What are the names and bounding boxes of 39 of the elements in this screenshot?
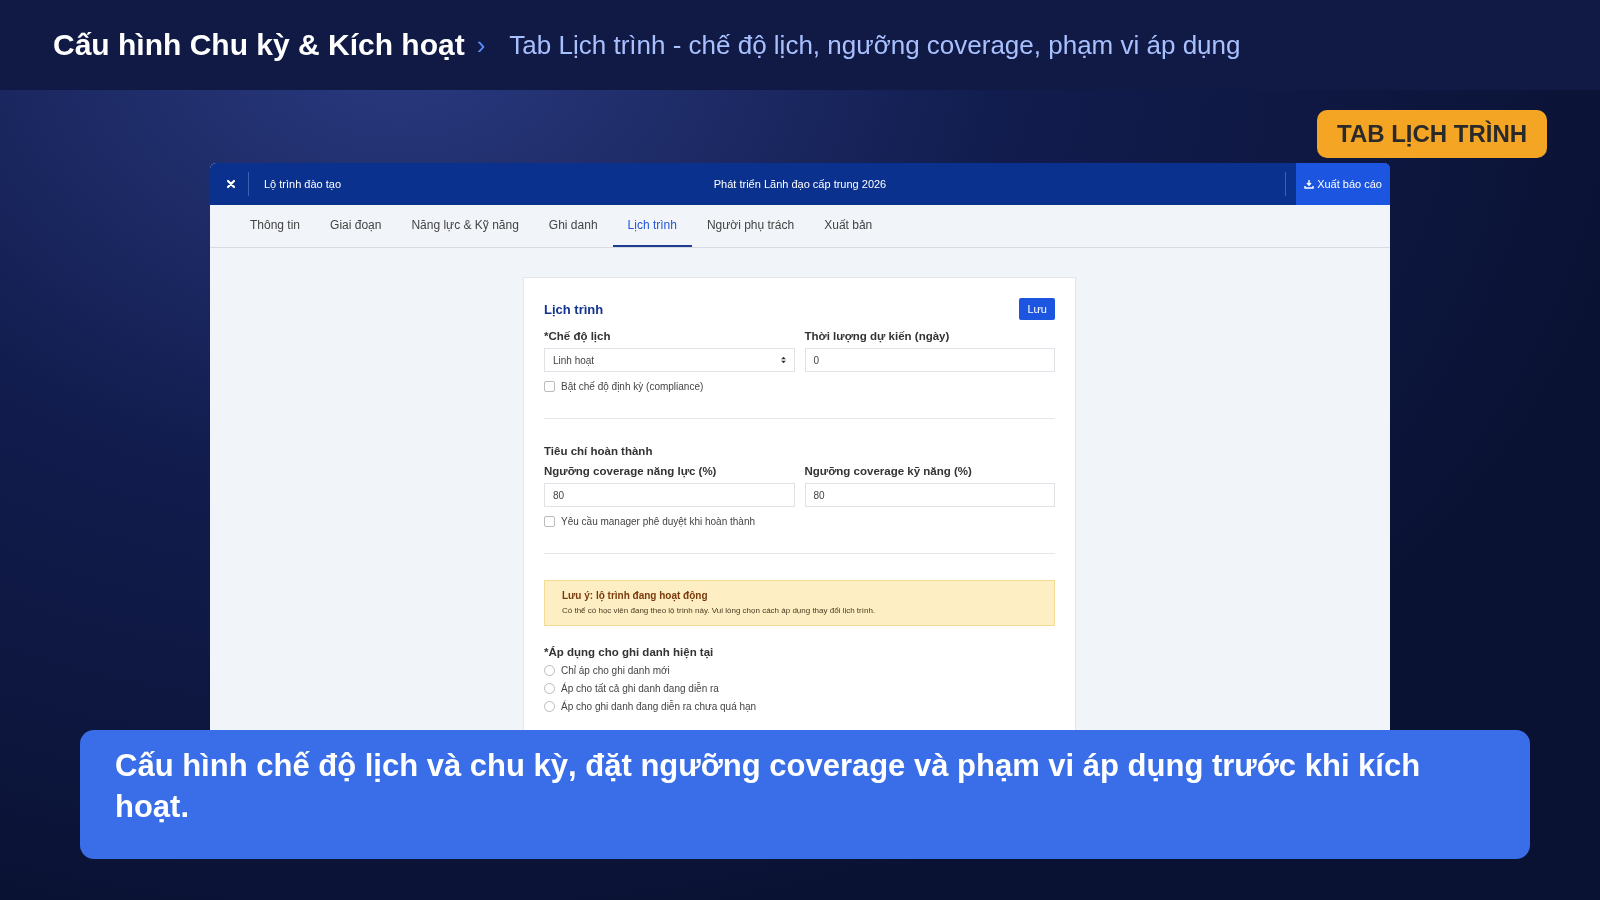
schedule-mode-select[interactable]: Linh hoạt: [544, 348, 795, 372]
caption-banner: Cấu hình chế độ lịch và chu kỳ, đặt ngưỡng coverage và phạm vi áp dụng trước khi kích hoạt.: [80, 730, 1530, 859]
checkbox[interactable]: [544, 381, 555, 392]
slide-subtitle: Tab Lịch trình - chế độ lịch, ngưỡng coverage, phạm vi áp dụng: [509, 29, 1241, 61]
checkbox-label: Bật chế độ định kỳ (compliance): [561, 381, 704, 392]
download-icon: [1304, 179, 1315, 189]
skill-threshold-field[interactable]: 80: [804, 483, 1055, 507]
field-label: Ngưỡng coverage kỹ năng (%): [804, 465, 973, 477]
field-label: *Chế độ lịch: [544, 330, 612, 342]
radio-label: Áp cho tất cả ghi danh đang diễn ra: [561, 683, 719, 694]
sort-caret-icon: [780, 356, 786, 364]
close-icon[interactable]: [226, 179, 236, 189]
competency-threshold-field[interactable]: 80: [544, 483, 795, 507]
radio-label: Chỉ áp cho ghi danh mới: [561, 665, 670, 676]
field-label: Thời lượng dự kiến (ngày): [804, 330, 951, 342]
chevron-glyph: ›: [476, 29, 486, 61]
slide-title: Cấu hình Chu kỳ & Kích hoạt: [53, 28, 465, 62]
radio-label: Áp cho ghi danh đang diễn ra chưa quá hạn: [561, 701, 757, 712]
field-label: Ngưỡng coverage năng lực (%): [544, 465, 718, 477]
checkbox[interactable]: [544, 516, 555, 527]
window-title: Phát triển Lãnh đạo cấp trung 2026: [713, 178, 887, 190]
checkbox-label: Yêu cầu manager phê duyệt khi hoàn thành: [561, 516, 756, 527]
tab[interactable]: Xuất bản: [809, 205, 888, 247]
tab[interactable]: Lịch trình: [612, 205, 692, 247]
notice-title: Lưu ý: lộ trình đang hoạt động: [562, 590, 709, 601]
form-title: Lịch trình: [544, 301, 604, 317]
tab[interactable]: Ghi danh: [533, 205, 613, 247]
tab[interactable]: Giai đoạn: [315, 205, 397, 247]
section-title: *Áp dụng cho ghi danh hiện tại: [544, 646, 715, 658]
section-title: Tiêu chí hoàn thành: [544, 445, 654, 457]
notice-text: Có thể có học viên đang theo lộ trình này. Vui lòng chọn cách áp dụng thay đổi lịch trình.: [562, 606, 877, 615]
save-button[interactable]: Lưu: [1019, 298, 1055, 320]
tab[interactable]: Thông tin: [235, 205, 316, 247]
callout-badge: TAB LỊCH TRÌNH: [1317, 110, 1548, 158]
tab[interactable]: Năng lực & Kỹ năng: [396, 205, 534, 247]
tab[interactable]: Người phụ trách: [691, 205, 810, 247]
breadcrumb[interactable]: Lộ trình đào tạo: [264, 178, 342, 190]
export-button[interactable]: Xuất báo cáo: [1296, 163, 1390, 205]
duration-field[interactable]: 0: [804, 348, 1055, 372]
